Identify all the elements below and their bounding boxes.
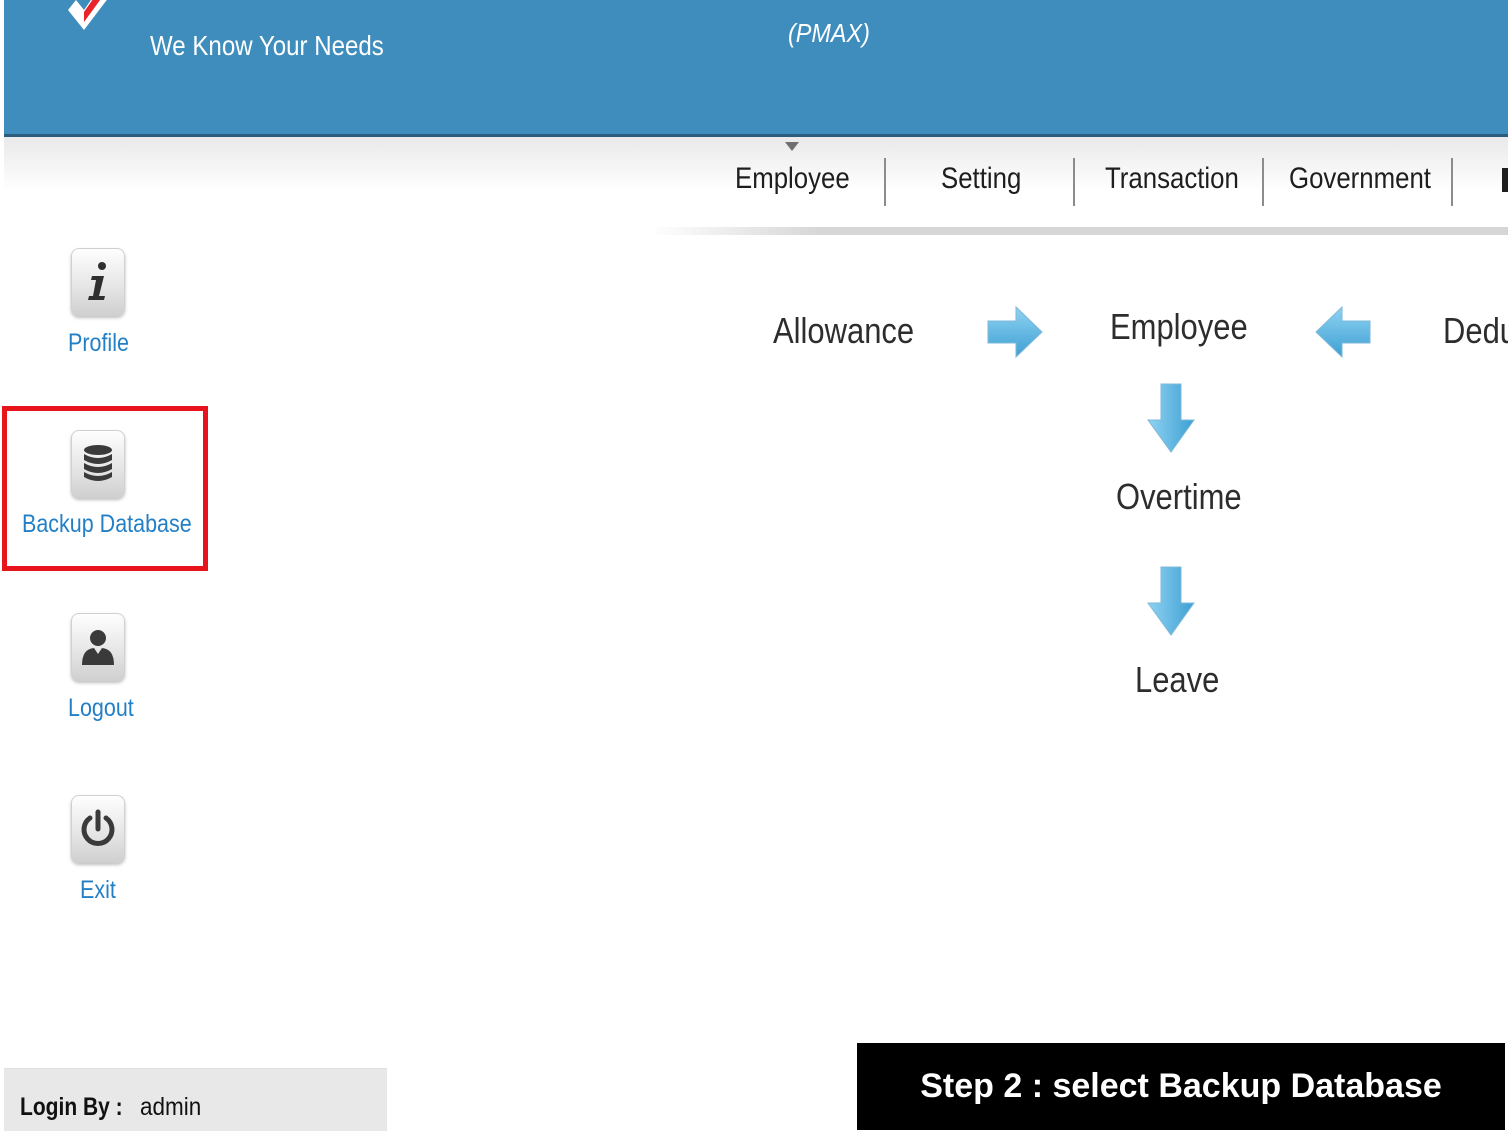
login-status-panel: Login By : admin: [4, 1068, 387, 1131]
flow-employee[interactable]: Employee: [1110, 306, 1248, 348]
sidebar-item-logout[interactable]: Logout: [60, 610, 140, 725]
login-user-value: admin: [140, 1093, 202, 1121]
user-icon: [71, 613, 125, 681]
power-icon: [71, 795, 125, 863]
highlight-annotation-box: [2, 406, 208, 571]
info-icon: [71, 248, 125, 316]
sidebar-item-label: Logout: [68, 694, 134, 722]
flow-overtime[interactable]: Overtime: [1116, 476, 1242, 518]
sidebar-item-exit[interactable]: Exit: [60, 792, 140, 907]
nav-divider: [1073, 158, 1075, 206]
nav-divider: [1262, 158, 1264, 206]
sidebar-item-profile[interactable]: Profile: [60, 245, 140, 360]
nav-item-setting[interactable]: Setting: [941, 162, 1021, 196]
nav-divider: [1451, 158, 1453, 206]
nav-item-employee[interactable]: Employee: [735, 162, 850, 196]
product-code: (PMAX): [788, 18, 870, 48]
flow-allowance[interactable]: Allowance: [773, 310, 914, 352]
tagline: We Know Your Needs: [150, 30, 384, 61]
arrow-down-icon: [1147, 566, 1195, 636]
nav-shadow: [650, 227, 1508, 235]
arrow-left-icon: [1315, 305, 1371, 359]
nav-item-government[interactable]: Government: [1289, 162, 1431, 196]
sidebar-item-label: Exit: [80, 876, 116, 904]
logo-check-icon: [68, 0, 107, 30]
nav-item-transaction[interactable]: Transaction: [1105, 162, 1239, 196]
nav-item-partial[interactable]: [1502, 168, 1508, 192]
flow-leave[interactable]: Leave: [1135, 659, 1219, 701]
nav-active-caret-icon: [785, 142, 799, 151]
flow-deduction[interactable]: Dedu: [1443, 310, 1508, 352]
arrow-right-icon: [987, 305, 1043, 359]
step-instruction-banner: Step 2 : select Backup Database: [857, 1043, 1505, 1130]
login-by-label: Login By :: [20, 1093, 123, 1121]
arrow-down-icon: [1147, 383, 1195, 453]
app-header: We Know Your Needs (PMAX): [4, 0, 1508, 137]
nav-divider: [884, 158, 886, 206]
sidebar-item-label: Profile: [68, 329, 129, 357]
